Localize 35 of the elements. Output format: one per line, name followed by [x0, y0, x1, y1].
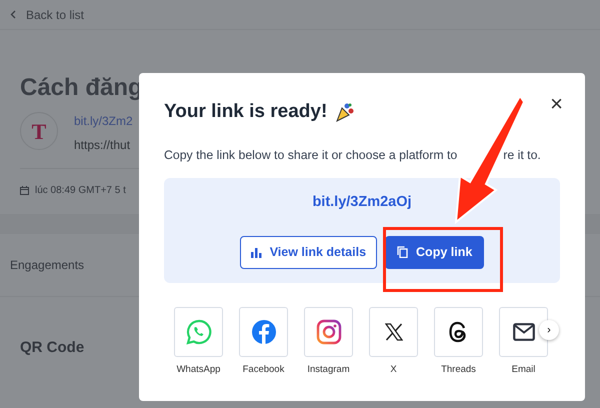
avatar: T: [20, 112, 58, 150]
modal-title: Your link is ready!: [164, 101, 328, 124]
share-label: X: [390, 362, 397, 377]
share-tile[interactable]: [499, 306, 548, 357]
bar-chart-icon: [250, 246, 262, 258]
share-label: WhatsApp: [176, 362, 220, 377]
party-popper-icon: [335, 102, 356, 122]
share-label: Email: [512, 362, 536, 377]
email-icon: [512, 322, 534, 341]
modal-description: re it to.: [503, 146, 541, 164]
long-url: https://thut: [74, 137, 132, 154]
copy-icon: [397, 246, 408, 258]
next-button[interactable]: ›: [539, 320, 559, 340]
facebook-icon: [250, 318, 276, 345]
close-button[interactable]: ×: [548, 91, 565, 117]
view-details-button[interactable]: View link details: [240, 236, 378, 269]
whatsapp-icon: [186, 318, 212, 345]
section-title: QR Code: [20, 338, 84, 358]
modal-description: Copy the link below to share it or choose a platform to: [164, 146, 458, 164]
date-text: lúc 08:49 GMT+7 5 t: [35, 184, 126, 198]
back-icon[interactable]: [10, 10, 16, 19]
share-tile[interactable]: [434, 306, 483, 357]
back-link[interactable]: Back to list: [26, 6, 84, 24]
share-label: Threads: [441, 362, 476, 377]
x-logo-icon: [384, 322, 402, 341]
copy-link-button[interactable]: Copy link: [385, 236, 484, 269]
instagram-icon: [316, 318, 342, 345]
share-tile[interactable]: [304, 306, 353, 357]
short-link[interactable]: bit.ly/3Zm2aOj: [164, 192, 560, 214]
share-label: Facebook: [242, 362, 284, 377]
share-tile[interactable]: [174, 306, 223, 357]
share-label: Instagram: [307, 362, 350, 377]
calendar-icon: [20, 186, 29, 195]
share-tile[interactable]: [239, 306, 288, 357]
share-tile[interactable]: [369, 306, 418, 357]
